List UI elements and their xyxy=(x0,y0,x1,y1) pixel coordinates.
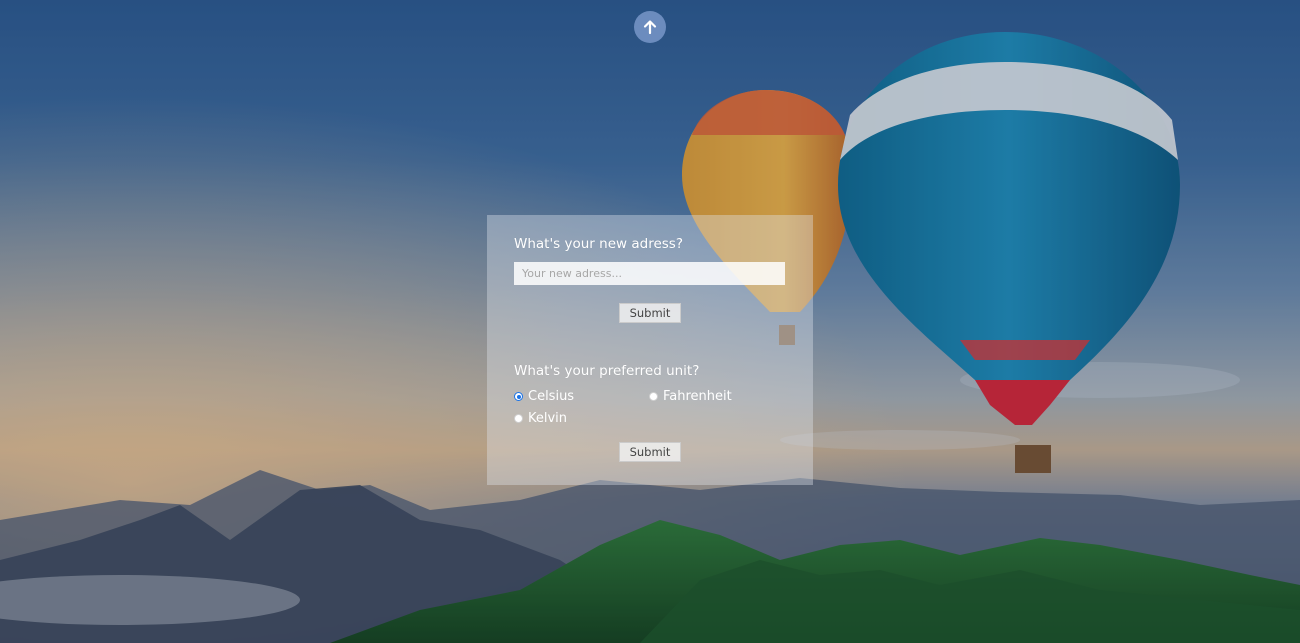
address-question: What's your new adress? xyxy=(514,236,683,252)
radio-fahrenheit[interactable]: Fahrenheit xyxy=(649,388,784,405)
page-background: What's your new adress? Submit What's yo… xyxy=(0,0,1300,643)
address-input[interactable] xyxy=(514,262,785,285)
radio-fahrenheit-label: Fahrenheit xyxy=(663,389,732,404)
address-submit-row: Submit xyxy=(514,302,786,323)
radio-celsius-button[interactable] xyxy=(514,392,523,401)
unit-radio-group: Celsius Fahrenheit Kelvin xyxy=(514,388,786,427)
arrow-up-icon xyxy=(643,20,657,35)
settings-panel: What's your new adress? Submit What's yo… xyxy=(487,215,813,485)
address-form: What's your new adress? Submit xyxy=(514,235,786,323)
radio-kelvin[interactable]: Kelvin xyxy=(514,410,649,427)
address-submit-button[interactable]: Submit xyxy=(618,303,682,323)
scroll-top-button[interactable] xyxy=(634,11,666,43)
unit-question: What's your preferred unit? xyxy=(514,363,700,379)
unit-submit-button[interactable]: Submit xyxy=(618,442,682,462)
radio-kelvin-label: Kelvin xyxy=(528,411,568,426)
unit-submit-row: Submit xyxy=(514,441,786,462)
radio-celsius-label: Celsius xyxy=(528,389,575,404)
radio-celsius[interactable]: Celsius xyxy=(514,388,649,405)
radio-fahrenheit-button[interactable] xyxy=(649,392,658,401)
radio-kelvin-button[interactable] xyxy=(514,414,523,423)
unit-form: What's your preferred unit? Celsius Fahr… xyxy=(514,362,786,462)
